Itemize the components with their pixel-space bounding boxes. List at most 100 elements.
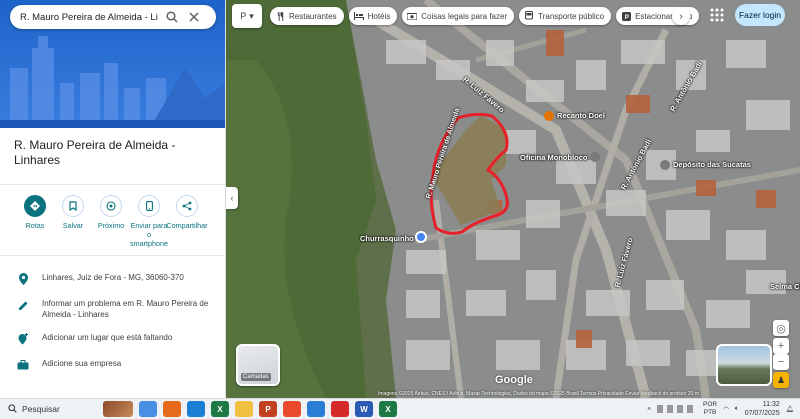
action-buttons: Rotas Salvar Próximo Enviar para o smart… bbox=[0, 185, 225, 255]
zoom-out-button[interactable]: − bbox=[773, 354, 789, 370]
restaurant-icon bbox=[275, 11, 285, 21]
directions-button[interactable]: Rotas bbox=[16, 195, 54, 255]
camera-icon bbox=[407, 11, 418, 21]
search-icon bbox=[8, 403, 17, 415]
poi-selma-label: Selma Cl bbox=[770, 282, 800, 291]
layer-switch-label: P bbox=[240, 11, 247, 21]
collapse-panel-button[interactable]: ‹ bbox=[226, 187, 238, 209]
excel-icon[interactable]: X bbox=[211, 401, 229, 417]
directions-label: Rotas bbox=[25, 221, 45, 230]
poi-recanto[interactable]: Recanto Doel bbox=[544, 111, 605, 122]
layer-switch-button[interactable]: P ▾ bbox=[232, 4, 262, 28]
my-location-button[interactable]: ◎ bbox=[773, 320, 789, 336]
taskbar-search[interactable]: Pesquisar bbox=[0, 403, 100, 415]
add-business-text: Adicione sua empresa bbox=[42, 359, 122, 368]
chip-restaurantes[interactable]: Restaurantes bbox=[270, 7, 344, 25]
windows-taskbar: Pesquisar X P W X ˄ POR PTB ◠ 🔈︎ 11:32 0… bbox=[0, 398, 800, 419]
poi-churrasquinho[interactable]: Churrasquinho bbox=[360, 234, 414, 243]
powerpoint-icon[interactable]: P bbox=[259, 401, 277, 417]
word-icon[interactable]: W bbox=[355, 401, 373, 417]
share-label: Compartilhar bbox=[166, 221, 208, 230]
system-tray: ˄ POR PTB ◠ 🔈︎ 11:32 07/07/2025 🔔︎ bbox=[647, 400, 794, 418]
nearby-button[interactable]: Próximo bbox=[92, 195, 130, 255]
zoom-in-button[interactable]: + bbox=[773, 338, 789, 354]
layers-label: Camadas bbox=[241, 373, 271, 381]
close-icon[interactable] bbox=[186, 9, 202, 25]
taskbar-search-label: Pesquisar bbox=[22, 404, 60, 414]
apps-grid-icon[interactable] bbox=[710, 8, 724, 22]
bus-icon bbox=[524, 11, 534, 21]
acrobat-icon[interactable] bbox=[331, 401, 349, 417]
poi-oficina-pin[interactable] bbox=[590, 152, 603, 163]
chevron-left-icon: ‹ bbox=[230, 193, 234, 203]
address-row[interactable]: Linhares, Juiz de Fora - MG, 36060-370 bbox=[0, 266, 225, 292]
svg-text:P: P bbox=[624, 14, 628, 21]
nearby-label: Próximo bbox=[97, 221, 125, 230]
share-icon bbox=[176, 195, 198, 217]
poi-churrasquinho-label: Churrasquinho bbox=[360, 234, 414, 243]
map-attribution: Imagens ©2025 Airbus, CNES / Airbus, Max… bbox=[378, 391, 699, 397]
chevron-up-icon[interactable]: ˄ bbox=[647, 406, 651, 413]
poi-oficina[interactable]: Oficina Monobloco bbox=[520, 153, 588, 162]
chip-hoteis-label: Hotéis bbox=[367, 11, 391, 21]
excel-icon-2[interactable]: X bbox=[379, 401, 397, 417]
category-chips: Restaurantes Hotéis Coisas legais para f… bbox=[270, 7, 700, 25]
clock[interactable]: 11:32 07/07/2025 bbox=[745, 400, 780, 418]
add-place-text: Adicionar um lugar que está faltando bbox=[42, 333, 173, 342]
search-icon[interactable] bbox=[164, 9, 180, 25]
map-canvas[interactable] bbox=[226, 0, 800, 398]
place-title: R. Mauro Pereira de Almeida - Linhares bbox=[14, 138, 176, 167]
directions-icon bbox=[24, 195, 46, 217]
file-explorer-icon[interactable] bbox=[235, 401, 253, 417]
login-button[interactable]: Fazer login bbox=[735, 4, 785, 26]
add-business-row[interactable]: Adicione sua empresa bbox=[0, 352, 225, 378]
bookmark-icon bbox=[62, 195, 84, 217]
poi-depositos[interactable]: Depósito das Sucatas bbox=[660, 160, 751, 171]
chips-next-button[interactable]: › bbox=[672, 7, 690, 25]
edge-icon[interactable] bbox=[187, 401, 205, 417]
hotel-icon bbox=[353, 11, 364, 21]
poi-oficina-label: Oficina Monobloco bbox=[520, 153, 588, 162]
poi-depositos-label: Depósito das Sucatas bbox=[673, 160, 751, 169]
clock-date: 07/07/2025 bbox=[744, 410, 780, 417]
notification-bell-icon[interactable]: 🔔︎ bbox=[786, 405, 794, 413]
chrome-icon[interactable] bbox=[283, 401, 301, 417]
chip-transporte[interactable]: Transporte público bbox=[519, 7, 612, 25]
street-view-thumbnail[interactable] bbox=[716, 344, 772, 386]
chip-coisas-legais-label: Coisas legais para fazer bbox=[421, 11, 508, 21]
send-to-phone-button[interactable]: Enviar para o smartphone bbox=[130, 195, 168, 255]
location-pin-icon bbox=[16, 272, 30, 286]
plus-icon: + bbox=[777, 340, 785, 352]
place-panel: R. Mauro Pereira de Almeida - Linhares R… bbox=[0, 0, 226, 398]
save-button[interactable]: Salvar bbox=[54, 195, 92, 255]
add-place-icon bbox=[16, 332, 30, 346]
phone-icon bbox=[138, 195, 160, 217]
poi-selma[interactable]: Selma Cl bbox=[770, 282, 800, 291]
settings-icon[interactable] bbox=[307, 401, 325, 417]
business-icon bbox=[16, 358, 30, 372]
report-problem-row[interactable]: Informar um problema em R. Mauro Pereira… bbox=[0, 292, 225, 326]
chip-coisas-legais[interactable]: Coisas legais para fazer bbox=[402, 7, 515, 25]
address-text: Linhares, Juiz de Fora - MG, 36060-370 bbox=[42, 273, 184, 282]
search-input[interactable] bbox=[20, 11, 158, 23]
share-button[interactable]: Compartilhar bbox=[166, 195, 208, 255]
speaker-icon[interactable]: 🔈︎ bbox=[735, 405, 739, 413]
parking-icon: P bbox=[621, 11, 631, 21]
lang-top: POR bbox=[703, 401, 718, 408]
firefox-icon[interactable] bbox=[163, 401, 181, 417]
language-indicator[interactable]: POR PTB bbox=[703, 401, 717, 417]
screen: R. Luiz Fávero R. Luiz Fávero R. Antônio… bbox=[0, 0, 800, 419]
tray-icons[interactable] bbox=[657, 405, 698, 413]
wifi-icon[interactable]: ◠ bbox=[723, 405, 729, 413]
pegman-button[interactable]: ♟ bbox=[773, 372, 789, 388]
chevron-right-icon: › bbox=[679, 10, 683, 22]
chip-hoteis[interactable]: Hotéis bbox=[348, 7, 398, 25]
chip-restaurantes-label: Restaurantes bbox=[289, 11, 337, 21]
add-place-row[interactable]: Adicionar um lugar que está faltando bbox=[0, 326, 225, 352]
city-skyline-illustration bbox=[0, 36, 225, 128]
save-label: Salvar bbox=[62, 221, 84, 230]
layers-button[interactable]: Camadas bbox=[236, 344, 280, 386]
copilot-icon[interactable] bbox=[139, 401, 157, 417]
taskbar-widget-icon[interactable] bbox=[103, 401, 133, 417]
chevron-down-icon: ▾ bbox=[249, 10, 254, 21]
